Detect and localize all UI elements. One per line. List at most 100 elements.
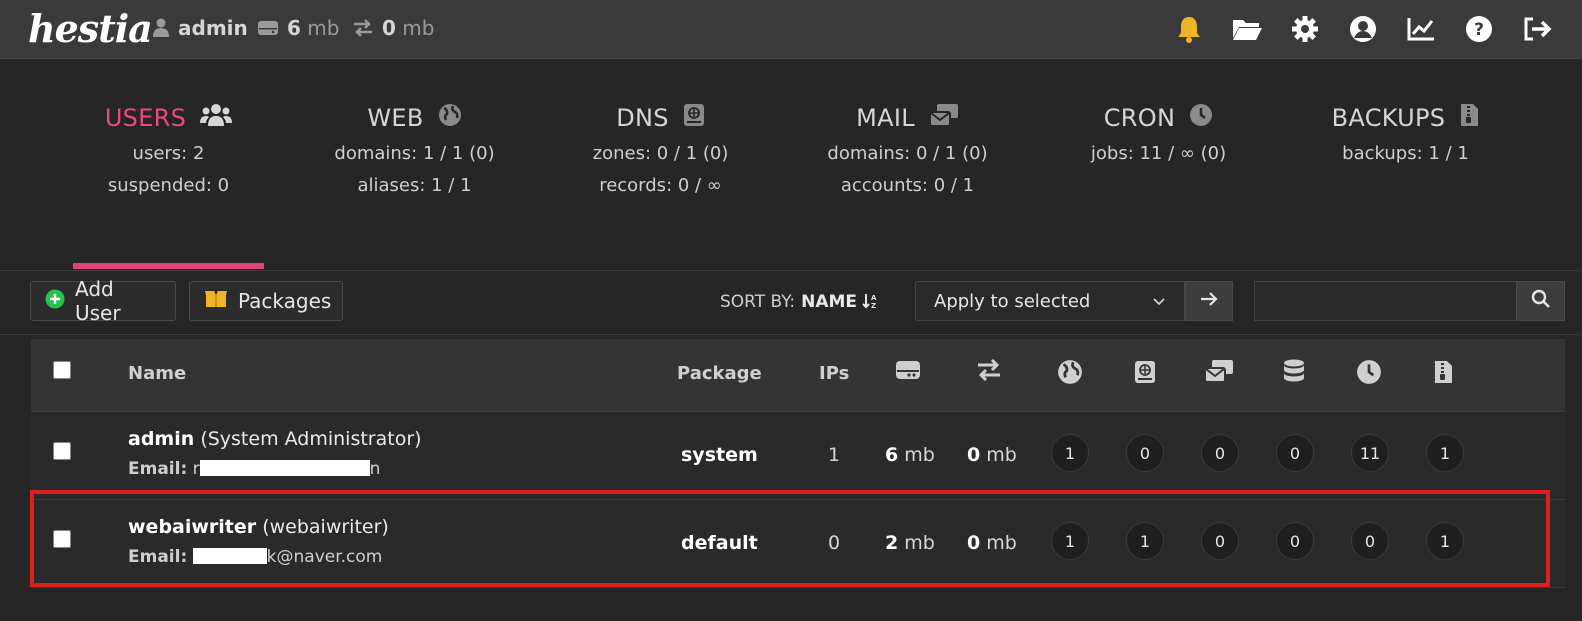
disk-usage-cell: 2 mb [885, 532, 935, 554]
sort-by-label: SORT BY: [720, 292, 796, 312]
row-checkbox[interactable] [53, 442, 71, 460]
active-tab-indicator [73, 263, 264, 269]
cron-jobs-count: 11 [1351, 434, 1389, 472]
bw-unit: mb [986, 532, 1017, 554]
tab-backups[interactable]: BACKUPS backups: 1 / 1 [1283, 103, 1528, 165]
sort-by-value: NAME [801, 292, 858, 312]
tab-title: USERS [104, 104, 187, 132]
web-domains-count: 1 [1051, 522, 1089, 560]
disk-value: 2 [885, 532, 899, 554]
email-suffix: k@naver.com [266, 547, 383, 567]
table-row[interactable]: webaiwriter (webaiwriter) Email: k@naver… [31, 500, 1565, 588]
user-name[interactable]: admin (System Administrator) [128, 428, 422, 450]
add-user-label: Add User [75, 277, 121, 325]
package-box-icon [204, 289, 228, 314]
tab-stat: jobs: 11 / ∞ (0) [1090, 143, 1227, 164]
tab-title: BACKUPS [1331, 104, 1446, 132]
user-email: Email: r n [128, 459, 380, 479]
tab-stat: accounts: 0 / 1 [840, 175, 975, 196]
summary-tabs: USERS users: 2 suspended: 0 WEB domains:… [0, 59, 1582, 271]
globe-icon [1054, 359, 1086, 385]
archive-icon [1459, 103, 1479, 133]
search-button[interactable] [1516, 281, 1565, 321]
mail-icon [1203, 359, 1235, 383]
top-bar: hestia admin 6 mb 0 mb ? [0, 0, 1582, 59]
bandwidth-usage: 0 mb [352, 16, 434, 42]
tab-mail[interactable]: MAIL domains: 0 / 1 (0) accounts: 0 / 1 [785, 103, 1030, 197]
cron-jobs-count: 0 [1351, 522, 1389, 560]
sort-by-control[interactable]: SORT BY: NAME AZ [720, 292, 880, 312]
disk-icon [892, 359, 924, 381]
table-header: Name Package IPs [31, 339, 1565, 412]
tab-cron[interactable]: CRON jobs: 11 / ∞ (0) [1036, 103, 1281, 165]
ip-count: 1 [828, 444, 841, 466]
mail-icon [928, 103, 959, 133]
tab-title: MAIL [856, 104, 915, 132]
username-label: admin [178, 16, 248, 40]
packages-button[interactable]: Packages [189, 281, 343, 321]
email-label: Email: [128, 547, 188, 567]
email-prefix: r [192, 459, 200, 479]
svg-text:A: A [871, 294, 877, 302]
disk-unit: mb [307, 16, 340, 40]
table-row[interactable]: admin (System Administrator) Email: r n s… [31, 412, 1565, 500]
svg-text:Z: Z [871, 302, 876, 309]
user-name[interactable]: webaiwriter (webaiwriter) [128, 516, 389, 538]
mail-domains-count: 0 [1201, 522, 1239, 560]
bell-icon[interactable] [1172, 13, 1206, 45]
username: webaiwriter [128, 516, 257, 538]
tab-title: CRON [1103, 104, 1176, 132]
bandwidth-cell: 0 mb [967, 532, 1017, 554]
tab-stat: zones: 0 / 1 (0) [592, 143, 729, 164]
package-name[interactable]: default [681, 532, 758, 554]
mail-domains-count: 0 [1201, 434, 1239, 472]
email-label: Email: [128, 459, 188, 479]
clock-icon [1353, 359, 1385, 385]
disk-unit: mb [904, 532, 935, 554]
folder-icon[interactable] [1230, 13, 1264, 45]
gear-icon[interactable] [1288, 13, 1322, 45]
question-icon[interactable]: ? [1462, 13, 1496, 45]
hestia-logo[interactable]: hestia [28, 6, 153, 51]
search-input[interactable] [1254, 281, 1518, 321]
column-package[interactable]: Package [677, 363, 762, 384]
ip-count: 0 [828, 532, 841, 554]
backups-count: 1 [1426, 434, 1464, 472]
apply-button[interactable] [1185, 281, 1233, 321]
tab-stat: suspended: 0 [107, 175, 230, 196]
user-email: Email: k@naver.com [128, 547, 382, 567]
tab-dns[interactable]: DNS zones: 0 / 1 (0) records: 0 / ∞ [538, 103, 783, 197]
disk-usage-cell: 6 mb [885, 444, 935, 466]
bulk-action-select[interactable]: Apply to selected [915, 281, 1185, 321]
users-table: Name Package IPs admin (System Administr… [31, 339, 1565, 588]
dns-zones-count: 1 [1126, 522, 1164, 560]
email-suffix: n [369, 459, 381, 479]
select-all-checkbox[interactable] [53, 361, 71, 379]
sort-alpha-icon: AZ [862, 292, 880, 312]
tab-stat: users: 2 [132, 143, 205, 164]
current-user[interactable]: admin [152, 16, 248, 42]
packages-label: Packages [238, 289, 332, 313]
user-icon [152, 17, 170, 42]
row-checkbox[interactable] [53, 530, 71, 548]
package-name[interactable]: system [681, 444, 758, 466]
column-ips[interactable]: IPs [819, 363, 849, 384]
bw-unit: mb [986, 444, 1017, 466]
tab-web[interactable]: WEB domains: 1 / 1 (0) aliases: 1 / 1 [292, 103, 537, 197]
user-circle-icon[interactable] [1346, 13, 1380, 45]
tab-users[interactable]: USERS users: 2 suspended: 0 [46, 103, 291, 197]
redacted-block [199, 460, 370, 476]
tab-stat: domains: 1 / 1 (0) [334, 143, 495, 164]
users-icon [200, 103, 233, 133]
bw-value: 0 [967, 444, 981, 466]
chart-line-icon[interactable] [1404, 13, 1438, 45]
web-domains-count: 1 [1051, 434, 1089, 472]
bandwidth-cell: 0 mb [967, 444, 1017, 466]
bw-value: 0 [967, 532, 981, 554]
databases-count: 0 [1276, 434, 1314, 472]
column-name[interactable]: Name [128, 363, 186, 384]
logout-icon[interactable] [1520, 13, 1554, 45]
archive-icon [1427, 359, 1459, 385]
full-name: (System Administrator) [200, 428, 422, 450]
add-user-button[interactable]: Add User [30, 277, 176, 325]
